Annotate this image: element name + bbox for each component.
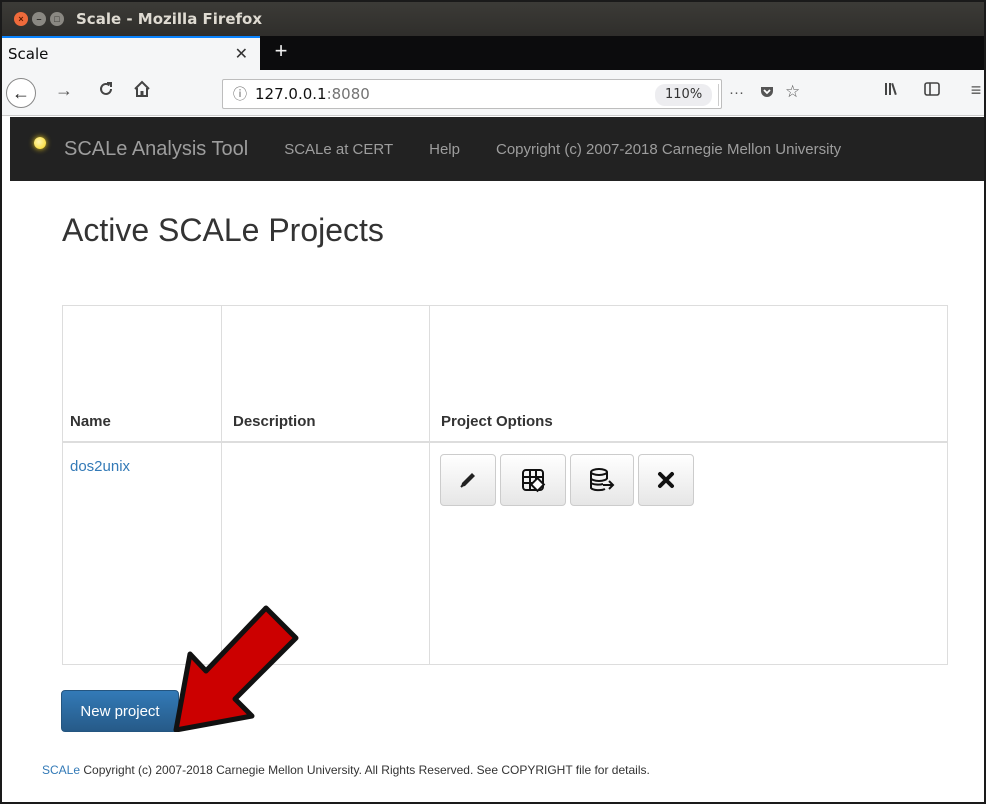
browser-window: × – □ Scale - Mozilla Firefox Scale ✕ + … xyxy=(0,0,986,804)
url-bar[interactable]: ⓘ 127.0.0.1:8080 110% ··· ☆ xyxy=(222,79,800,109)
info-icon[interactable]: ⓘ xyxy=(233,84,247,104)
export-database-button[interactable] xyxy=(570,454,634,506)
table-header-divider xyxy=(62,441,948,443)
url-port: :8080 xyxy=(326,85,370,103)
menu-icon[interactable]: ≡ xyxy=(964,80,984,101)
tab-title: Scale xyxy=(8,45,49,63)
tab-strip: Scale ✕ + xyxy=(2,36,984,70)
brand-link[interactable]: SCALe Analysis Tool xyxy=(64,138,248,161)
url-text: 127.0.0.1:8080 xyxy=(255,85,370,103)
scan-project-button[interactable] xyxy=(500,454,566,506)
nav-link-scale-at-cert[interactable]: SCALe at CERT xyxy=(284,141,393,158)
url-separator xyxy=(718,84,719,106)
new-project-button[interactable]: New project xyxy=(61,690,179,732)
home-icon[interactable] xyxy=(130,80,154,103)
nav-link-help[interactable]: Help xyxy=(429,141,460,158)
page-title: Active SCALe Projects xyxy=(62,212,384,248)
more-actions-icon[interactable]: ··· xyxy=(729,84,744,101)
delete-project-button[interactable] xyxy=(638,454,694,506)
column-header-name: Name xyxy=(70,413,111,430)
star-icon[interactable]: ☆ xyxy=(785,82,800,102)
project-link-dos2unix[interactable]: dos2unix xyxy=(70,458,130,475)
zoom-level-badge[interactable]: 110% xyxy=(655,84,713,106)
tab-close-icon[interactable]: ✕ xyxy=(235,44,248,64)
footer-scale-link[interactable]: SCALe xyxy=(42,763,80,777)
window-title: Scale - Mozilla Firefox xyxy=(76,10,262,28)
forward-icon[interactable]: → xyxy=(52,80,76,101)
reload-icon[interactable] xyxy=(94,80,118,103)
edit-icon xyxy=(457,469,479,491)
annotation-arrow xyxy=(173,605,299,732)
column-header-description: Description xyxy=(233,413,316,430)
window-maximize-button[interactable]: □ xyxy=(50,12,64,26)
scan-grid-icon xyxy=(520,467,546,493)
new-tab-button[interactable]: + xyxy=(266,38,296,64)
window-titlebar: × – □ Scale - Mozilla Firefox xyxy=(2,2,984,36)
database-export-icon xyxy=(588,467,616,493)
sidebar-icon[interactable] xyxy=(920,80,944,103)
tab-scale[interactable]: Scale ✕ xyxy=(2,36,260,70)
back-icon[interactable]: ← xyxy=(6,78,36,108)
lightbulb-icon xyxy=(34,137,46,149)
column-header-project-options: Project Options xyxy=(441,413,553,430)
library-icon[interactable] xyxy=(880,80,904,103)
window-minimize-button[interactable]: – xyxy=(32,12,46,26)
url-host: 127.0.0.1 xyxy=(255,85,327,103)
edit-project-button[interactable] xyxy=(440,454,496,506)
page-footer: SCALe Copyright (c) 2007-2018 Carnegie M… xyxy=(42,763,650,777)
app-navbar: SCALe Analysis Tool SCALe at CERT Help C… xyxy=(10,117,984,181)
delete-icon xyxy=(657,471,675,489)
navigation-toolbar: ← → ⓘ 127.0.0.1:8080 110% ··· ☆ ≡ xyxy=(2,70,984,116)
window-close-button[interactable]: × xyxy=(14,12,28,26)
footer-copyright-text: Copyright (c) 2007-2018 Carnegie Mellon … xyxy=(80,763,650,777)
nav-link-copyright[interactable]: Copyright (c) 2007-2018 Carnegie Mellon … xyxy=(496,141,841,158)
pocket-icon[interactable] xyxy=(759,84,775,104)
